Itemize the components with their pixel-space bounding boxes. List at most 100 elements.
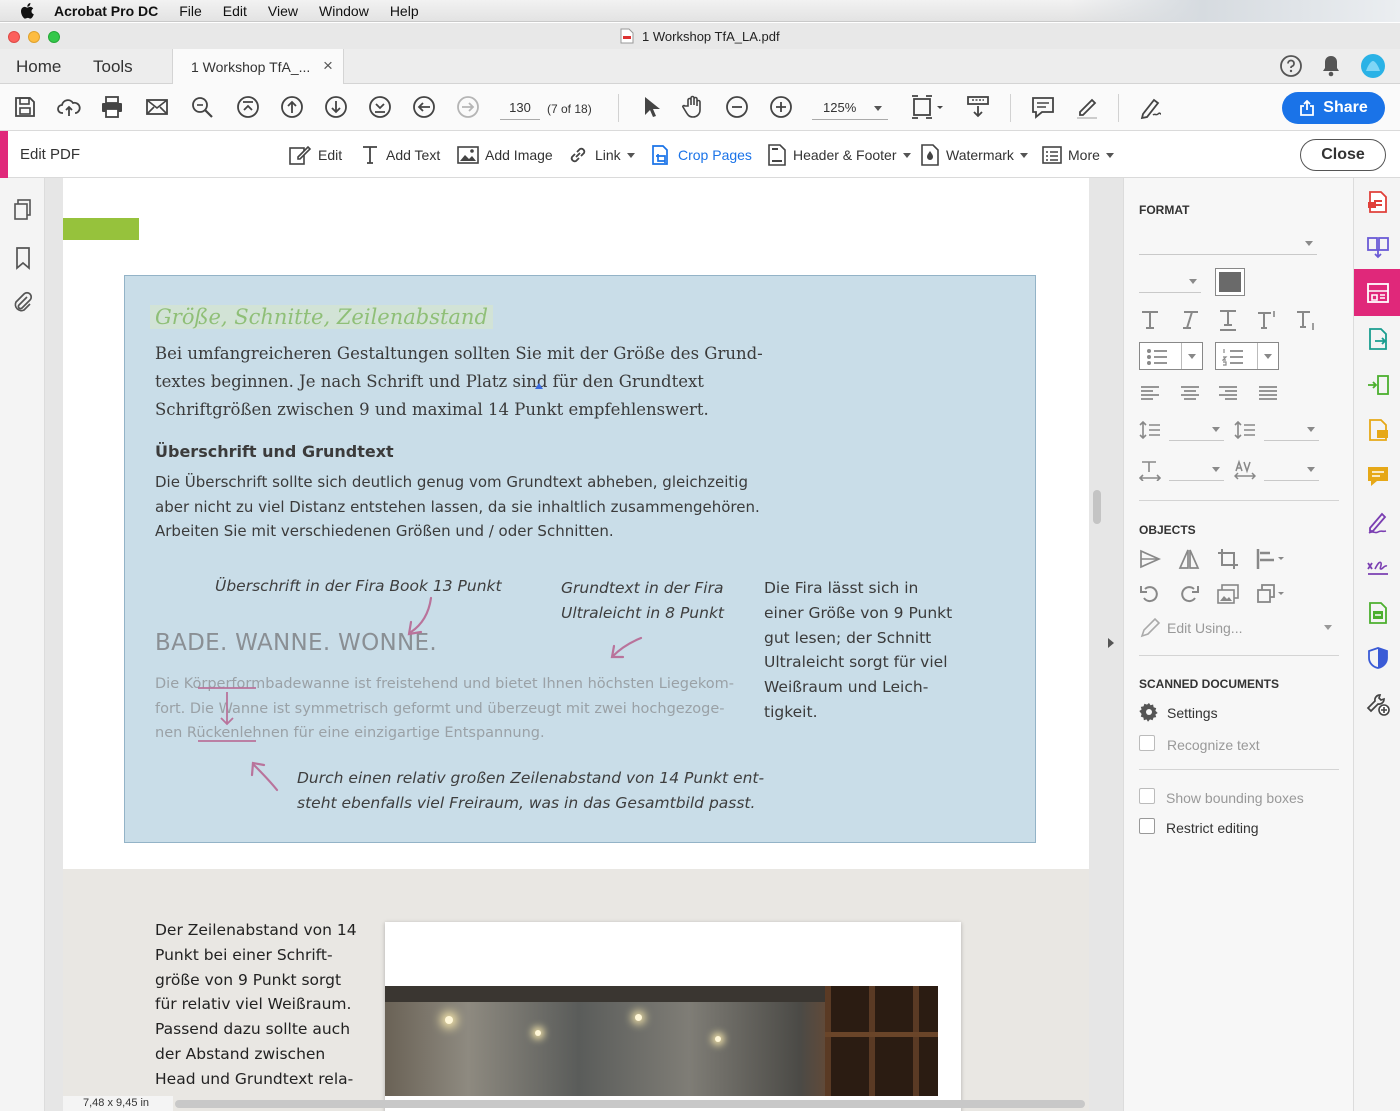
rotate-left-icon[interactable] (1139, 583, 1161, 605)
first-page-icon[interactable] (235, 94, 261, 120)
email-icon[interactable] (144, 94, 170, 120)
window-minimize-button[interactable] (28, 31, 40, 43)
bottom-text-line[interactable]: Head und Grundtext rela- (155, 1067, 357, 1092)
print-production-icon[interactable] (1366, 601, 1390, 625)
flip-horizontal-icon[interactable] (1178, 548, 1200, 570)
text-italic-icon[interactable] (1178, 309, 1200, 331)
zoom-out-icon[interactable] (724, 94, 750, 120)
edit-using-pencil-icon[interactable] (1139, 617, 1161, 639)
zoom-in-icon[interactable] (768, 94, 794, 120)
align-center-icon[interactable] (1179, 382, 1201, 404)
bookmark-icon[interactable] (13, 246, 33, 270)
font-color-swatch[interactable] (1215, 268, 1245, 296)
edit-using-label[interactable]: Edit Using... (1167, 620, 1242, 636)
user-avatar-icon[interactable] (1360, 53, 1386, 79)
organize-pages-icon[interactable] (1366, 373, 1390, 397)
bottom-text-line[interactable]: der Abstand zwischen (155, 1042, 357, 1067)
blue-text-box[interactable]: Größe, Schnitte, Zeilenabstand Bei umfan… (124, 275, 1036, 843)
tab-close-icon[interactable]: × (323, 56, 333, 76)
export-pdf-icon[interactable] (1366, 327, 1390, 351)
horizontal-scaling-icon[interactable] (1139, 459, 1161, 481)
restrict-editing-checkbox[interactable] (1139, 818, 1155, 834)
numbered-list-select[interactable] (1215, 342, 1279, 370)
text-superscript-icon[interactable] (1256, 309, 1278, 331)
create-pdf-icon[interactable] (1366, 190, 1390, 214)
link-button[interactable]: Link (567, 143, 635, 167)
share-button[interactable]: Share (1282, 92, 1385, 124)
tab-document[interactable]: 1 Workshop TfA_... × (172, 49, 344, 84)
replace-image-icon[interactable] (1217, 583, 1239, 605)
pdf-page[interactable]: Größe, Schnitte, Zeilenabstand Bei umfan… (63, 178, 1089, 1111)
back-view-icon[interactable] (411, 94, 437, 120)
bell-icon[interactable] (1320, 54, 1342, 78)
bathroom-photo[interactable] (385, 986, 938, 1096)
previous-page-icon[interactable] (279, 94, 305, 120)
menu-window[interactable]: Window (319, 3, 369, 19)
text-regular-icon[interactable] (1139, 309, 1161, 331)
help-icon[interactable] (1279, 54, 1303, 78)
sign-pen-icon[interactable] (1138, 94, 1164, 120)
paragraph-spacing-select[interactable] (1264, 419, 1319, 441)
settings-label[interactable]: Settings (1167, 705, 1218, 721)
font-size-select[interactable] (1139, 271, 1201, 293)
menu-file[interactable]: File (179, 3, 202, 19)
close-button[interactable]: Close (1300, 139, 1386, 171)
window-close-button[interactable] (8, 31, 20, 43)
select-cursor-icon[interactable] (638, 94, 664, 120)
add-image-button[interactable]: Add Image (457, 143, 553, 167)
horizontal-scroll-thumb[interactable] (175, 1100, 1085, 1108)
save-icon[interactable] (12, 94, 38, 120)
page-thumbnails-icon[interactable] (12, 198, 34, 222)
vertical-scroll-thumb[interactable] (1093, 490, 1101, 524)
print-icon[interactable] (99, 94, 125, 120)
edit-tool-button[interactable]: Edit (288, 143, 342, 167)
menu-view[interactable]: View (268, 3, 298, 19)
bottom-text-line[interactable]: für relativ viel Weißraum. (155, 992, 357, 1017)
horizontal-scaling-select[interactable] (1169, 459, 1224, 481)
paragraph-spacing-icon[interactable] (1234, 419, 1256, 441)
bottom-text-line[interactable]: Passend dazu sollte auch (155, 1017, 357, 1042)
crop-icon[interactable] (1217, 548, 1239, 570)
more-button[interactable]: More (1042, 143, 1114, 167)
show-bounding-boxes-checkbox[interactable] (1139, 788, 1155, 804)
tab-tools[interactable]: Tools (93, 57, 133, 77)
align-objects-icon[interactable] (1256, 548, 1286, 570)
zoom-level-select[interactable]: 125% (812, 96, 888, 120)
line-spacing-select[interactable] (1169, 419, 1224, 441)
vertical-scrollbar[interactable] (1093, 178, 1101, 1111)
crop-pages-button[interactable]: Crop Pages (650, 143, 752, 167)
document-viewport[interactable]: Größe, Schnitte, Zeilenabstand Bei umfan… (45, 178, 1123, 1111)
recognize-text-checkbox[interactable] (1139, 735, 1155, 751)
last-page-icon[interactable] (367, 94, 393, 120)
edit-pdf-tool-active[interactable] (1354, 269, 1400, 316)
align-right-icon[interactable] (1217, 382, 1239, 404)
comment-icon[interactable] (1030, 94, 1056, 120)
font-family-select[interactable] (1139, 233, 1317, 255)
add-text-button[interactable]: Add Text (360, 143, 440, 167)
bottom-text-line[interactable]: Der Zeilenabstand von 14 (155, 918, 357, 943)
next-page-icon[interactable] (323, 94, 349, 120)
expand-right-panel-icon[interactable] (1108, 638, 1114, 648)
flip-vertical-icon[interactable] (1139, 548, 1161, 570)
watermark-button[interactable]: Watermark (920, 143, 1028, 167)
fit-page-icon[interactable] (910, 94, 944, 120)
combine-files-icon[interactable] (1366, 235, 1390, 259)
apple-icon[interactable] (20, 2, 34, 19)
header-footer-button[interactable]: Header & Footer (767, 143, 911, 167)
tab-home[interactable]: Home (16, 57, 61, 77)
edit-using-chevron-down-icon[interactable] (1324, 625, 1332, 630)
character-spacing-icon[interactable] (1234, 459, 1256, 481)
bathroom-photo-frame[interactable] (385, 922, 961, 1111)
bottom-text-line[interactable]: größe von 9 Punkt sorgt (155, 968, 357, 993)
add-tools-wrench-icon[interactable] (1366, 692, 1390, 716)
character-spacing-select[interactable] (1264, 459, 1319, 481)
protect-shield-icon[interactable] (1366, 646, 1390, 670)
settings-gear-icon[interactable] (1139, 702, 1159, 722)
hand-tool-icon[interactable] (680, 94, 706, 120)
align-left-icon[interactable] (1139, 382, 1161, 404)
scrolling-mode-icon[interactable] (965, 94, 991, 120)
window-zoom-button[interactable] (48, 31, 60, 43)
arrange-objects-icon[interactable] (1256, 583, 1286, 605)
menu-app-name[interactable]: Acrobat Pro DC (54, 3, 158, 19)
attachment-paperclip-icon[interactable] (11, 290, 35, 314)
